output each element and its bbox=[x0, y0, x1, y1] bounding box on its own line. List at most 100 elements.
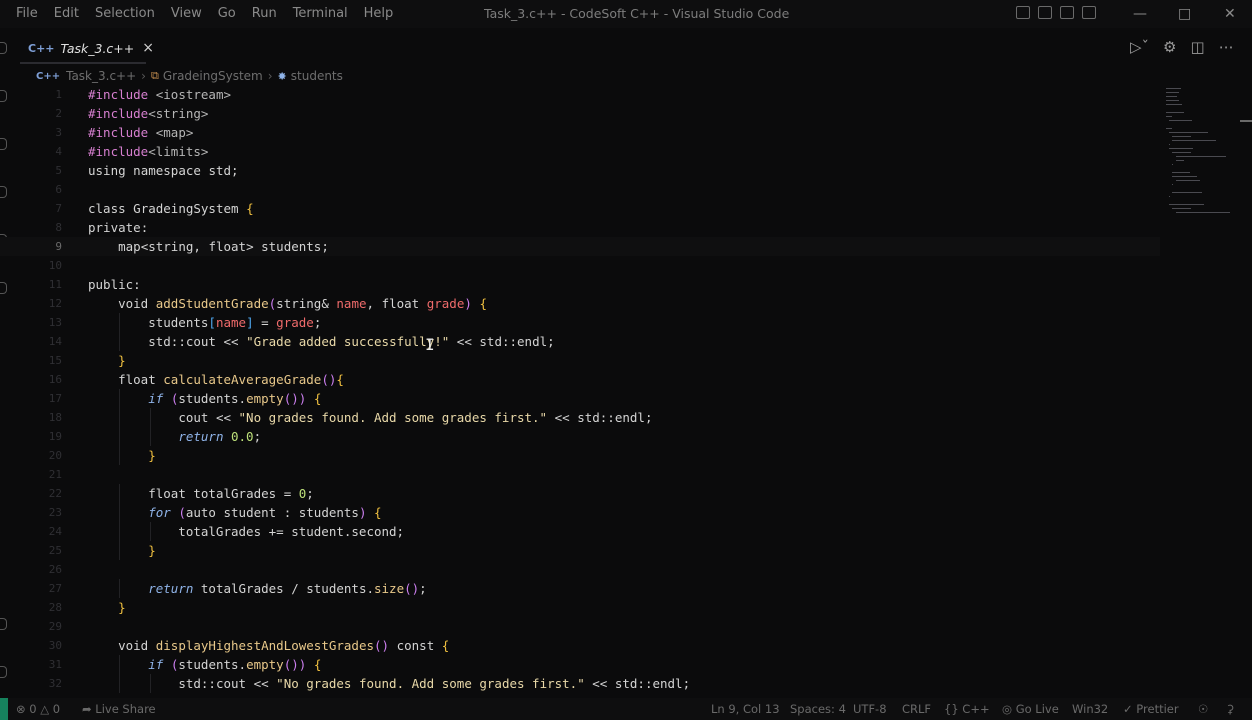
chevron-right-icon: › bbox=[267, 69, 273, 83]
code-line[interactable]: 22 float totalGrades = 0; bbox=[0, 484, 1160, 503]
code-text: } bbox=[118, 353, 126, 368]
live-share-button[interactable]: ➦ Live Share bbox=[82, 698, 156, 720]
minimap-line bbox=[1169, 148, 1194, 149]
prettier-status[interactable]: ✓ Prettier bbox=[1123, 698, 1179, 720]
indentation[interactable]: Spaces: 4 bbox=[790, 698, 846, 720]
code-editor[interactable]: 1 #include <iostream> 2 #include<string> 3 #i… bbox=[0, 85, 1160, 697]
field-symbol-icon: ✸ bbox=[277, 69, 287, 83]
code-line[interactable]: 3 #include <map> bbox=[0, 123, 1160, 142]
chevron-right-icon: › bbox=[141, 69, 146, 83]
code-line[interactable]: 31 if (students.empty()) { bbox=[0, 655, 1160, 674]
minimap-line bbox=[1169, 204, 1205, 205]
minimap-line bbox=[1169, 196, 1170, 197]
menu-edit[interactable]: Edit bbox=[46, 0, 87, 28]
code-line[interactable]: 24 totalGrades += student.second; bbox=[0, 522, 1160, 541]
code-line[interactable]: 26 bbox=[0, 560, 1160, 579]
code-line[interactable]: 21 bbox=[0, 465, 1160, 484]
minimap-line bbox=[1175, 180, 1200, 181]
code-line[interactable]: 8 private: bbox=[0, 218, 1160, 237]
menu-view[interactable]: View bbox=[163, 0, 210, 28]
notifications-bell-icon[interactable]: ⚳ bbox=[1226, 698, 1234, 720]
code-line[interactable]: 25 } bbox=[0, 541, 1160, 560]
minimap-line bbox=[1175, 160, 1185, 161]
line-number: 7 bbox=[55, 202, 62, 215]
platform[interactable]: Win32 bbox=[1072, 698, 1108, 720]
menu-file[interactable]: File bbox=[8, 0, 46, 28]
code-text: private: bbox=[88, 220, 149, 235]
code-line[interactable]: 2 #include<string> bbox=[0, 104, 1160, 123]
cursor-position[interactable]: Ln 9, Col 13 bbox=[711, 698, 780, 720]
cpp-file-icon: C++ bbox=[36, 70, 61, 82]
minimize-icon[interactable]: — bbox=[1133, 0, 1147, 28]
code-line[interactable]: 32 std::cout << "No grades found. Add so… bbox=[0, 674, 1160, 693]
code-line[interactable]: 19 return 0.0; bbox=[0, 427, 1160, 446]
braces-icon: {} bbox=[944, 702, 959, 716]
customize-layout-icon[interactable] bbox=[1082, 6, 1096, 19]
end-of-line[interactable]: CRLF bbox=[902, 698, 931, 720]
code-line[interactable]: 15 } bbox=[0, 351, 1160, 370]
toggle-secondary-sidebar-icon[interactable] bbox=[1060, 6, 1074, 19]
code-text: } bbox=[148, 448, 156, 463]
split-editor-icon[interactable]: ◫ bbox=[1191, 38, 1205, 56]
code-line[interactable]: 16 float calculateAverageGrade(){ bbox=[0, 370, 1160, 389]
breadcrumb-file[interactable]: Task_3.c++ bbox=[66, 69, 136, 83]
title-bar: File Edit Selection View Go Run Terminal… bbox=[0, 0, 1252, 28]
code-line[interactable]: 9 map<string, float> students; bbox=[0, 237, 1160, 256]
code-line[interactable]: 17 if (students.empty()) { bbox=[0, 389, 1160, 408]
code-line[interactable]: 7 class GradeingSystem { bbox=[0, 199, 1160, 218]
close-tab-icon[interactable]: × bbox=[142, 40, 154, 56]
menu-go[interactable]: Go bbox=[210, 0, 244, 28]
code-text: return 0.0; bbox=[178, 429, 262, 444]
scrollbar[interactable] bbox=[1240, 120, 1252, 122]
accounts-icon[interactable]: ☉ bbox=[1198, 698, 1208, 720]
code-line[interactable]: 13 students[name] = grade; bbox=[0, 313, 1160, 332]
code-line[interactable]: 30 void displayHighestAndLowestGrades() … bbox=[0, 636, 1160, 655]
code-text: } bbox=[148, 543, 156, 558]
code-line[interactable]: 28 } bbox=[0, 598, 1160, 617]
code-line[interactable]: 27 return totalGrades / students.size(); bbox=[0, 579, 1160, 598]
menu-selection[interactable]: Selection bbox=[87, 0, 163, 28]
minimap-line bbox=[1172, 136, 1191, 137]
more-actions-icon[interactable]: ⋯ bbox=[1219, 38, 1234, 56]
language-mode[interactable]: {} C++ bbox=[944, 698, 990, 720]
minimap-line bbox=[1172, 208, 1191, 209]
code-line[interactable]: 12 void addStudentGrade(string& name, fl… bbox=[0, 294, 1160, 313]
menu-terminal[interactable]: Terminal bbox=[285, 0, 356, 28]
code-line[interactable]: 23 for (auto student : students) { bbox=[0, 503, 1160, 522]
code-line[interactable]: 6 bbox=[0, 180, 1160, 199]
code-line[interactable]: 10 bbox=[0, 256, 1160, 275]
code-text: void displayHighestAndLowestGrades() con… bbox=[118, 638, 450, 653]
go-live-button[interactable]: ◎ Go Live bbox=[1002, 698, 1059, 720]
toggle-panel-icon[interactable] bbox=[1038, 6, 1052, 19]
line-number: 20 bbox=[48, 449, 62, 462]
toggle-sidebar-icon[interactable] bbox=[1016, 6, 1030, 19]
code-line[interactable]: 5 using namespace std; bbox=[0, 161, 1160, 180]
code-line[interactable]: 4 #include<limits> bbox=[0, 142, 1160, 161]
tab-task3[interactable]: C++ Task_3.c++ × bbox=[28, 34, 154, 62]
code-line[interactable]: 29 bbox=[0, 617, 1160, 636]
explorer-icon[interactable] bbox=[0, 42, 7, 54]
code-line[interactable]: 14 std::cout << "Grade added successfull… bbox=[0, 332, 1160, 351]
remote-indicator[interactable] bbox=[0, 698, 8, 720]
close-window-icon[interactable]: ✕ bbox=[1224, 0, 1236, 28]
settings-gear-icon[interactable]: ⚙ bbox=[1163, 38, 1176, 56]
active-tab-indicator bbox=[20, 62, 146, 64]
run-code-icon[interactable]: ▷ˇ bbox=[1130, 38, 1149, 56]
maximize-icon[interactable]: □ bbox=[1178, 0, 1191, 28]
code-line[interactable]: 11 public: bbox=[0, 275, 1160, 294]
tab-label: Task_3.c++ bbox=[60, 40, 135, 56]
breadcrumb-class[interactable]: GradeingSystem bbox=[163, 69, 263, 83]
minimap[interactable] bbox=[1160, 85, 1240, 235]
line-number: 22 bbox=[48, 487, 62, 500]
encoding[interactable]: UTF-8 bbox=[853, 698, 887, 720]
code-line[interactable]: 1 #include <iostream> bbox=[0, 85, 1160, 104]
code-line[interactable]: 18 cout << "No grades found. Add some gr… bbox=[0, 408, 1160, 427]
line-number: 2 bbox=[55, 107, 62, 120]
problems-indicator[interactable]: ⊗ 0 △ 0 bbox=[16, 698, 60, 720]
breadcrumb-member[interactable]: students bbox=[291, 69, 343, 83]
code-line[interactable]: 20 } bbox=[0, 446, 1160, 465]
menu-help[interactable]: Help bbox=[356, 0, 402, 28]
line-number: 25 bbox=[48, 544, 62, 557]
menu-run[interactable]: Run bbox=[244, 0, 285, 28]
prettier-label: Prettier bbox=[1136, 702, 1179, 716]
